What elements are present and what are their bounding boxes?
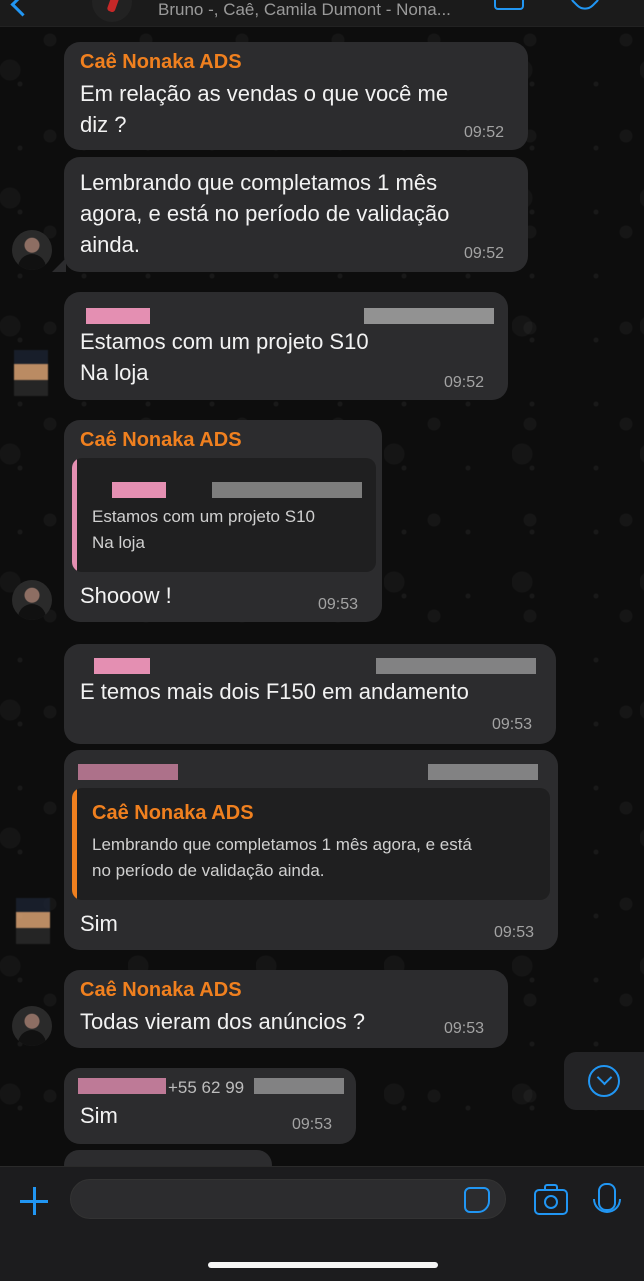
message-time: 09:53 bbox=[292, 1116, 333, 1133]
redacted-phone bbox=[254, 1078, 344, 1094]
message-time: 09:53 bbox=[492, 716, 533, 733]
message-text: E temos mais dois F150 em andamento bbox=[80, 679, 469, 704]
redacted-name bbox=[112, 482, 166, 498]
message-time: 09:52 bbox=[444, 374, 485, 391]
redacted-phone bbox=[364, 308, 494, 324]
message-text: Lembrando que completamos 1 mês agora, e… bbox=[80, 170, 450, 257]
message-text: Sim bbox=[80, 911, 118, 936]
microphone-icon[interactable] bbox=[593, 1183, 621, 1213]
redacted-name bbox=[78, 764, 178, 780]
message-bubble[interactable]: Estamos com um projeto S10 Na loja 09:52 bbox=[64, 292, 508, 400]
video-call-icon[interactable] bbox=[494, 0, 524, 10]
quoted-message[interactable]: Caê Nonaka ADS Lembrando que completamos… bbox=[72, 788, 550, 900]
message-time: 09:53 bbox=[444, 1020, 485, 1037]
redacted-phone bbox=[376, 658, 536, 674]
chevron-down-icon bbox=[588, 1065, 620, 1097]
sender-avatar[interactable] bbox=[12, 1006, 52, 1046]
message-sender: Caê Nonaka ADS bbox=[80, 51, 242, 73]
sender-avatar[interactable] bbox=[16, 898, 50, 944]
group-avatar[interactable] bbox=[92, 0, 132, 22]
phone-icon[interactable] bbox=[569, 0, 601, 15]
message-bubble[interactable]: Caê Nonaka ADS Estamos com um projeto S1… bbox=[64, 420, 382, 622]
quote-sender: Caê Nonaka ADS bbox=[92, 802, 254, 824]
redacted-phone bbox=[212, 482, 362, 498]
message-bubble[interactable]: Caê Nonaka ADS Em relação as vendas o qu… bbox=[64, 42, 528, 150]
message-bubble[interactable]: Lembrando que completamos 1 mês agora, e… bbox=[64, 157, 528, 272]
redacted-name bbox=[94, 658, 150, 674]
message-text: Sim bbox=[80, 1103, 118, 1128]
message-sender: Caê Nonaka ADS bbox=[80, 979, 242, 1001]
redacted-name bbox=[86, 308, 150, 324]
sender-avatar[interactable] bbox=[12, 230, 52, 270]
redacted-name bbox=[78, 1078, 166, 1094]
message-time: 09:52 bbox=[464, 124, 505, 141]
sender-phone: +55 62 99 bbox=[168, 1078, 245, 1097]
quote-bar bbox=[72, 458, 77, 572]
message-time: 09:53 bbox=[494, 924, 535, 941]
plus-icon[interactable] bbox=[18, 1185, 50, 1217]
home-indicator bbox=[208, 1262, 438, 1268]
chat-header: Bruno -, Caê, Camila Dumont - Nona... bbox=[0, 0, 644, 27]
scroll-to-bottom-button[interactable] bbox=[564, 1052, 644, 1110]
redacted-phone bbox=[428, 764, 538, 780]
message-bubble[interactable]: Caê Nonaka ADS Todas vieram dos anúncios… bbox=[64, 970, 508, 1048]
quote-text: Lembrando que completamos 1 mês agora, e… bbox=[92, 835, 472, 880]
message-time: 09:52 bbox=[464, 245, 505, 262]
back-chevron-icon[interactable] bbox=[10, 0, 35, 17]
message-time: 09:53 bbox=[318, 596, 359, 613]
message-bubble[interactable]: E temos mais dois F150 em andamento 09:5… bbox=[64, 644, 556, 744]
quote-bar bbox=[72, 788, 77, 900]
camera-icon[interactable] bbox=[534, 1184, 568, 1215]
message-text: Todas vieram dos anúncios ? bbox=[80, 1009, 365, 1034]
quote-text: Estamos com um projeto S10 Na loja bbox=[92, 507, 315, 552]
sticker-icon[interactable] bbox=[464, 1187, 490, 1213]
sender-avatar[interactable] bbox=[12, 580, 52, 620]
sender-avatar[interactable] bbox=[14, 350, 48, 396]
message-bubble[interactable]: +55 62 99 Sim 09:53 bbox=[64, 1068, 356, 1144]
quoted-message[interactable]: Estamos com um projeto S10 Na loja bbox=[72, 458, 376, 572]
message-text: Em relação as vendas o que você me diz ? bbox=[80, 81, 449, 137]
message-text: Estamos com um projeto S10 Na loja bbox=[80, 329, 369, 385]
message-bubble[interactable]: Caê Nonaka ADS Lembrando que completamos… bbox=[64, 750, 558, 950]
message-sender: Caê Nonaka ADS bbox=[80, 429, 242, 451]
bubble-tail bbox=[52, 258, 66, 272]
message-input[interactable] bbox=[70, 1179, 506, 1219]
chat-title[interactable]: Bruno -, Caê, Camila Dumont - Nona... bbox=[158, 0, 451, 20]
message-text: Shooow ! bbox=[80, 583, 172, 608]
